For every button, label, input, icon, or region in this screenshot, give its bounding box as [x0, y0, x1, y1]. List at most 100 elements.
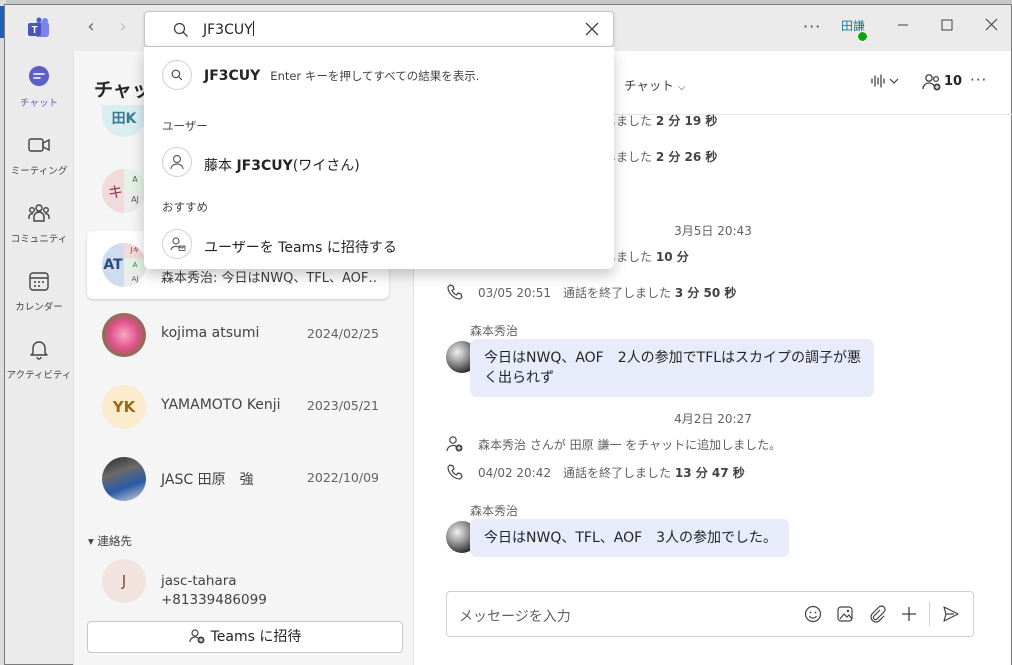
invite-person-icon — [170, 237, 186, 251]
call-duration: 13 分 47 秒 — [674, 466, 745, 480]
chat-name: YAMAMOTO Kenji — [161, 397, 281, 413]
system-message: しました 2 分 19 秒 — [604, 112, 717, 129]
chat-item-kojima[interactable]: kojima atsumi 2024/02/25 — [87, 301, 389, 369]
search-input[interactable]: JF3CUY — [203, 21, 254, 38]
chat-item-jasc[interactable]: JASC 田原 強 2022/10/09 — [87, 445, 389, 513]
person-avatar — [162, 147, 192, 177]
message-input[interactable]: メッセージを入力 — [459, 606, 571, 626]
contact-name[interactable]: jasc-tahara — [161, 573, 237, 589]
add-person-icon — [189, 629, 205, 644]
rail-item-calendar[interactable]: カレンダー — [5, 269, 73, 325]
chat-name: JASC 田原 強 — [161, 472, 254, 488]
add-person-icon — [446, 436, 463, 452]
attach-button[interactable] — [867, 605, 887, 625]
avatar — [102, 457, 146, 501]
chat-item-yamamoto[interactable]: YK YAMAMOTO Kenji 2023/05/21 — [87, 373, 389, 441]
message-bubble[interactable]: 今日はNWQ、TFL、AOF 3人の参加でした。 — [470, 519, 790, 557]
paperclip-icon — [870, 605, 886, 623]
svg-text:T: T — [31, 25, 37, 36]
back-button[interactable]: ‹ — [81, 17, 101, 37]
person-icon — [170, 154, 184, 170]
presence-available-icon — [857, 31, 868, 42]
suggestion-search-all[interactable]: JF3CUY Enter キーを押してすべての結果を表示. — [144, 58, 614, 94]
rail-label: アクティビティ — [6, 370, 72, 381]
rail-item-activity[interactable]: アクティビティ — [5, 337, 73, 393]
participant-count: 10 — [944, 74, 963, 89]
chat-date: 2024/02/25 — [306, 326, 379, 341]
emoji-icon — [804, 605, 822, 623]
user-name-suffix: (ワイさん) — [292, 158, 360, 174]
emoji-button[interactable] — [803, 605, 823, 625]
group-avatar-j: Jキ — [124, 243, 146, 258]
chat-date: 2023/05/21 — [306, 398, 379, 413]
community-icon — [28, 204, 50, 222]
clear-search-icon[interactable] — [583, 20, 601, 38]
send-button[interactable] — [941, 605, 961, 625]
rail-label: カレンダー — [15, 302, 63, 313]
group-avatar-text: キ — [108, 183, 124, 201]
tab-chat[interactable]: チャット ⌵ — [624, 75, 685, 94]
rail-item-community[interactable]: コミュニティ — [5, 201, 73, 257]
bell-icon — [30, 341, 48, 360]
settings-more-button[interactable]: ··· — [803, 17, 821, 36]
call-ended-message: 04/02 20:42 通話を終了しました 13 分 47 秒 — [478, 464, 745, 481]
contacts-section-header[interactable]: ▾ 連絡先 — [88, 533, 132, 549]
invite-button-label: Teams に招待 — [210, 629, 302, 645]
call-duration: 10 分 — [655, 250, 689, 264]
participants-button[interactable] — [922, 73, 942, 95]
minimize-button[interactable] — [888, 15, 918, 41]
date-separator: 4月2日 20:27 — [674, 412, 752, 426]
call-text: 通話を終了しました — [563, 466, 672, 480]
chevron-down-icon: ⌵ — [677, 82, 686, 93]
profile-avatar[interactable]: 田謙 — [841, 17, 869, 42]
call-time: 04/02 20:42 — [478, 466, 551, 480]
close-window-button[interactable] — [976, 15, 1006, 41]
message-composer[interactable]: メッセージを入力 — [446, 591, 974, 637]
composer-divider — [929, 602, 930, 626]
image-button[interactable] — [835, 605, 855, 625]
text-caret — [252, 21, 254, 36]
call-duration: 3 分 50 秒 — [674, 286, 737, 300]
system-message: しました 10 分 — [604, 248, 689, 265]
search-input-value: JF3CUY — [203, 22, 253, 38]
suggestion-invite-user[interactable]: ユーザーを Teams に招待する — [144, 227, 614, 263]
group-avatar-a: A — [124, 169, 146, 191]
rail-label: チャット — [20, 98, 58, 109]
call-time: 03/05 20:51 — [478, 286, 551, 300]
message-bubble[interactable]: 今日はNWQ、AOF 2人の参加でTFLはスカイプの調子が悪く出られず — [470, 339, 874, 397]
partial-chat-avatar[interactable]: 田K — [102, 105, 146, 137]
close-icon — [985, 18, 997, 31]
call-ended-message: 03/05 20:51 通話を終了しました 3 分 50 秒 — [478, 284, 736, 301]
search-suggestion-badge — [162, 60, 192, 90]
add-button[interactable] — [899, 605, 919, 625]
search-icon — [173, 22, 188, 37]
suggestion-user[interactable]: 藤本 JF3CUY(ワイさん) — [144, 145, 614, 181]
plus-icon — [902, 607, 916, 621]
rail-item-meetings[interactable]: ミーティング — [5, 133, 73, 189]
search-box[interactable]: JF3CUY — [144, 11, 614, 47]
chat-date: 2022/10/09 — [306, 470, 379, 485]
section-header-recommended: おすすめ — [162, 200, 208, 214]
image-icon — [837, 606, 853, 622]
rail-item-chat[interactable]: チャット — [5, 65, 73, 121]
call-duration: 2 分 19 秒 — [655, 114, 718, 128]
group-avatar-aj: AJ — [124, 272, 146, 287]
chat-more-button[interactable]: ··· — [970, 71, 987, 89]
forward-button[interactable]: › — [113, 17, 133, 37]
system-message: しました 2 分 26 秒 — [604, 148, 717, 165]
avatar: YK — [102, 385, 146, 429]
contact-avatar[interactable]: J — [102, 559, 146, 603]
call-options-button[interactable] — [870, 73, 900, 93]
maximize-icon — [941, 19, 953, 31]
invite-to-teams-button[interactable]: Teams に招待 — [87, 621, 403, 653]
chat-name: kojima atsumi — [161, 325, 260, 341]
invite-user-label: ユーザーを Teams に招待する — [204, 240, 397, 256]
chat-icon — [29, 66, 49, 86]
call-duration: 2 分 26 秒 — [655, 150, 718, 164]
teams-logo-icon: T — [28, 17, 49, 37]
phone-icon — [447, 284, 463, 300]
group-avatar-initials: AT — [102, 243, 124, 287]
user-name-prefix: 藤本 — [204, 158, 237, 174]
calendar-icon — [29, 272, 49, 291]
maximize-button[interactable] — [932, 15, 962, 41]
